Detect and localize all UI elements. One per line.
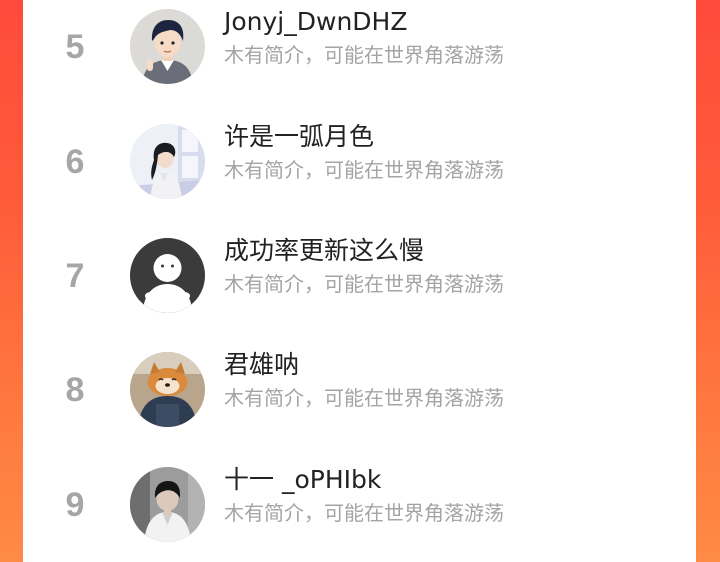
- cartoon-boy-avatar-icon[interactable]: [130, 9, 205, 84]
- leaderboard-row[interactable]: 6 许是一弧月色 木有简介，可能在世界角落游荡: [23, 107, 696, 217]
- user-bio: 木有简介，可能在世界角落游荡: [224, 386, 504, 410]
- user-bio: 木有简介，可能在世界角落游荡: [224, 501, 504, 525]
- username[interactable]: 成功率更新这么慢: [224, 236, 424, 266]
- username[interactable]: 十一 _oPHIbk: [224, 465, 381, 495]
- leaderboard-card: 5 Jonyj_DwnDHZ 木有简介，可能在世界角落游荡 6 许是一弧月色 木…: [23, 0, 696, 562]
- username[interactable]: 君雄呐: [224, 350, 299, 380]
- username[interactable]: Jonyj_DwnDHZ: [224, 7, 407, 37]
- rank-number: 6: [65, 143, 85, 181]
- rank-number: 5: [65, 28, 85, 66]
- shiba-dog-avatar-icon[interactable]: [130, 352, 205, 427]
- leaderboard-row[interactable]: 8 君雄呐 木有简介，可能在世界角落游荡: [23, 335, 696, 445]
- person-photo-avatar-icon[interactable]: [130, 467, 205, 542]
- user-bio: 木有简介，可能在世界角落游荡: [224, 43, 504, 67]
- username[interactable]: 许是一弧月色: [224, 122, 374, 152]
- leaderboard-row[interactable]: 7 成功率更新这么慢 木有简介，可能在世界角落游荡: [23, 221, 696, 331]
- user-bio: 木有简介，可能在世界角落游荡: [224, 158, 504, 182]
- rank-number: 9: [65, 486, 85, 524]
- default-user-avatar-icon[interactable]: [130, 238, 205, 313]
- user-bio: 木有简介，可能在世界角落游荡: [224, 272, 504, 296]
- leaderboard-row[interactable]: 9 十一 _oPHIbk 木有简介，可能在世界角落游荡: [23, 450, 696, 560]
- rank-number: 8: [65, 371, 85, 409]
- rank-number: 7: [65, 257, 85, 295]
- illustrated-girl-avatar-icon[interactable]: [130, 124, 205, 199]
- leaderboard-row[interactable]: 5 Jonyj_DwnDHZ 木有简介，可能在世界角落游荡: [23, 0, 696, 102]
